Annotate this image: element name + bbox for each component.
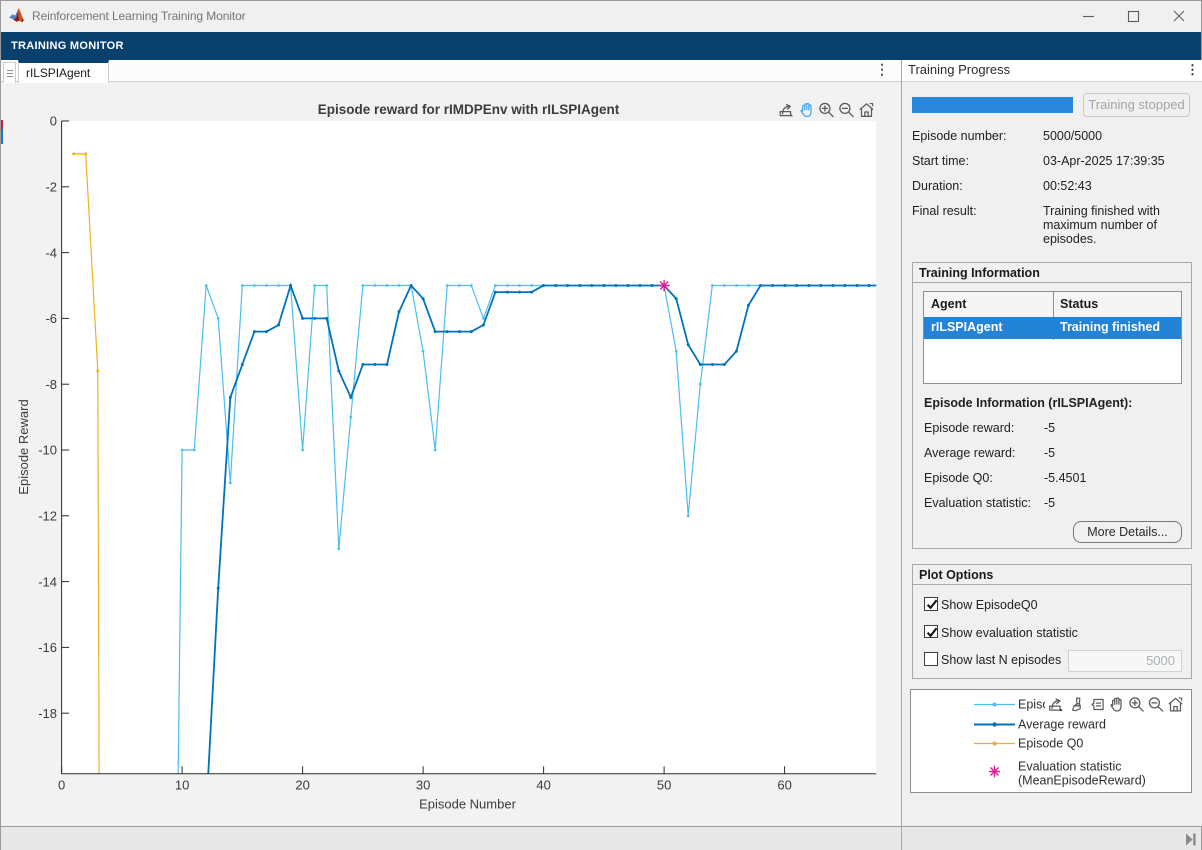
- svg-text:-2: -2: [45, 180, 57, 195]
- svg-text:30: 30: [416, 777, 430, 792]
- svg-text:60: 60: [777, 777, 791, 792]
- svg-text:10: 10: [175, 777, 189, 792]
- svg-text:-10: -10: [38, 443, 57, 458]
- svg-text:Average reward: Average reward: [1018, 718, 1106, 732]
- svg-text:-16: -16: [38, 640, 57, 655]
- svg-text:-4: -4: [45, 245, 57, 260]
- svg-text:Episode Number: Episode Number: [419, 797, 516, 812]
- svg-text:Episode Reward: Episode Reward: [16, 399, 31, 494]
- svg-text:-6: -6: [45, 311, 57, 326]
- svg-text:20: 20: [295, 777, 309, 792]
- svg-text:40: 40: [536, 777, 550, 792]
- svg-text:0: 0: [58, 777, 65, 792]
- svg-text:0: 0: [50, 114, 57, 129]
- svg-text:(MeanEpisodeReward): (MeanEpisodeReward): [1018, 774, 1146, 788]
- svg-text:-8: -8: [45, 377, 57, 392]
- svg-text:Episode reward for rIMDPEnv wi: Episode reward for rIMDPEnv with rILSPIA…: [318, 102, 620, 117]
- svg-text:-14: -14: [38, 574, 57, 589]
- svg-text:Episode Q0: Episode Q0: [1018, 737, 1083, 751]
- svg-text:-18: -18: [38, 706, 57, 721]
- svg-text:50: 50: [657, 777, 671, 792]
- svg-text:Evaluation statistic: Evaluation statistic: [1018, 760, 1122, 774]
- svg-text:-12: -12: [38, 509, 57, 524]
